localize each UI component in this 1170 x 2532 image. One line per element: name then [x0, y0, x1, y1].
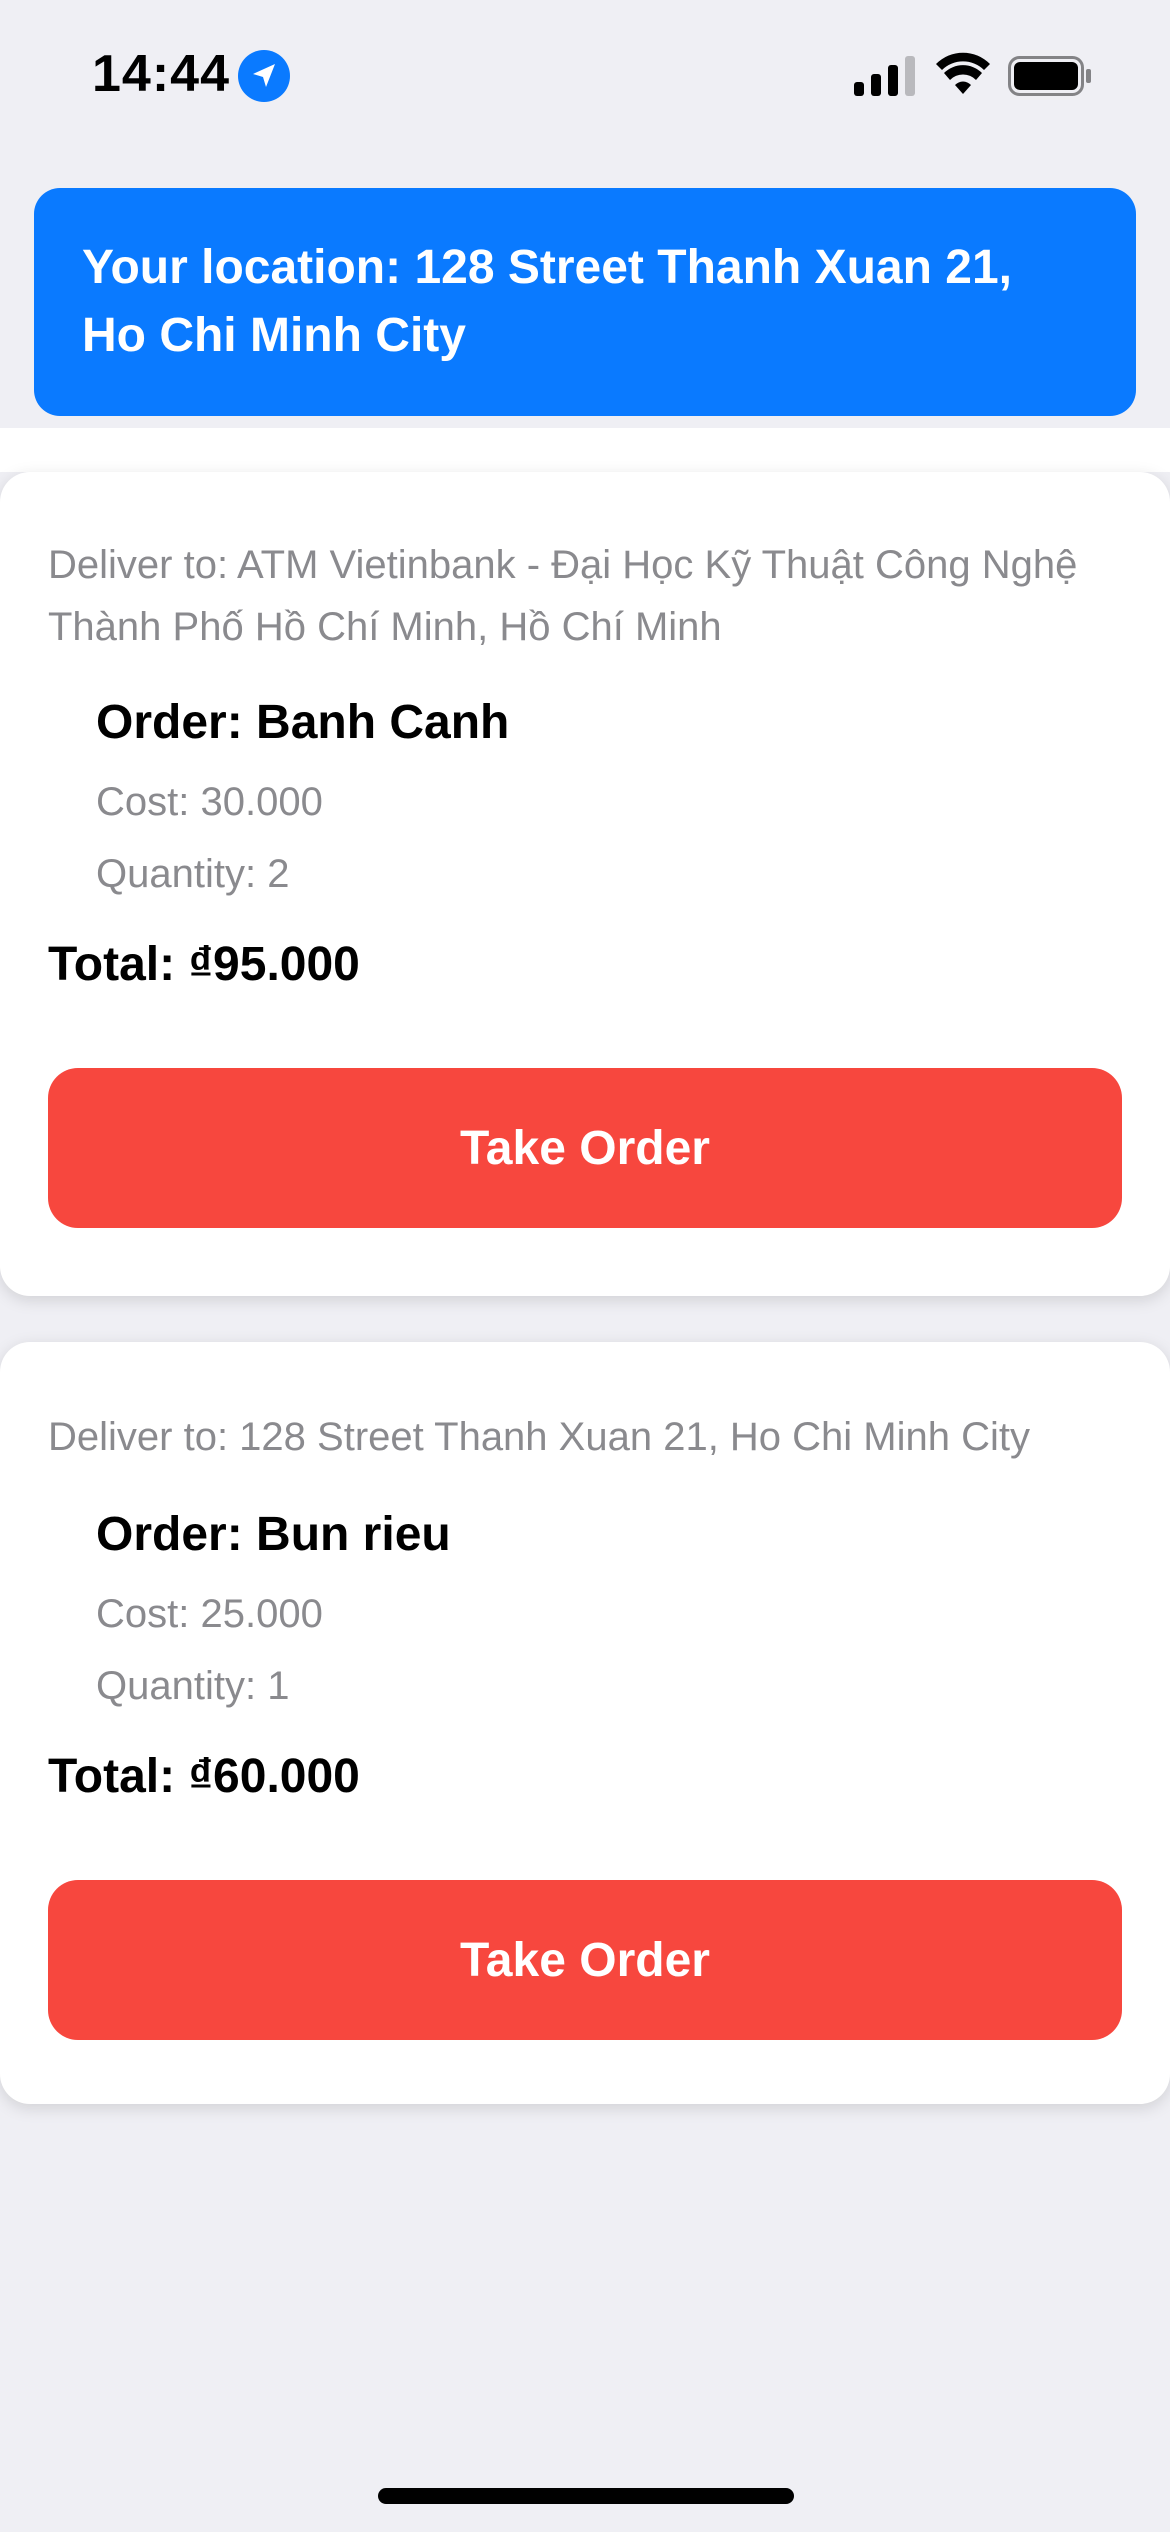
deliver-to-text: Deliver to: 128 Street Thanh Xuan 21, Ho… — [48, 1415, 1030, 1459]
take-order-button[interactable]: Take Order — [48, 1068, 1122, 1228]
location-arrow-icon — [238, 50, 290, 102]
wifi-icon — [936, 52, 990, 94]
order-name: Order: Bun rieu — [96, 1508, 451, 1561]
order-cost: Cost: 25.000 — [96, 1592, 323, 1636]
location-banner: Your location: 128 Street Thanh Xuan 21,… — [34, 188, 1136, 416]
status-time: 14:44 — [92, 45, 230, 103]
order-total: Total: ₫60.000 — [48, 1750, 360, 1803]
deliver-to-text: Deliver to: ATM Vietinbank - Đại Học Kỹ … — [48, 543, 1078, 649]
order-details: Order: Banh Canh Cost: 30.000 Quantity: … — [48, 692, 1122, 900]
order-total: Total: ₫95.000 — [48, 938, 360, 991]
order-quantity: Quantity: 2 — [96, 852, 290, 896]
home-indicator[interactable] — [378, 2488, 794, 2504]
order-quantity: Quantity: 1 — [96, 1664, 290, 1708]
divider — [0, 428, 1170, 472]
order-card: Deliver to: ATM Vietinbank - Đại Học Kỹ … — [0, 472, 1170, 1296]
battery-icon — [1008, 56, 1091, 96]
take-order-button[interactable]: Take Order — [48, 1880, 1122, 2040]
location-text: Your location: 128 Street Thanh Xuan 21,… — [82, 241, 1012, 362]
status-bar: 14:44 — [0, 0, 1170, 150]
order-card: Deliver to: 128 Street Thanh Xuan 21, Ho… — [0, 1342, 1170, 2104]
order-details: Order: Bun rieu Cost: 25.000 Quantity: 1 — [48, 1504, 1122, 1712]
order-cost: Cost: 30.000 — [96, 780, 323, 824]
cellular-signal-icon — [854, 56, 915, 96]
order-name: Order: Banh Canh — [96, 696, 510, 749]
